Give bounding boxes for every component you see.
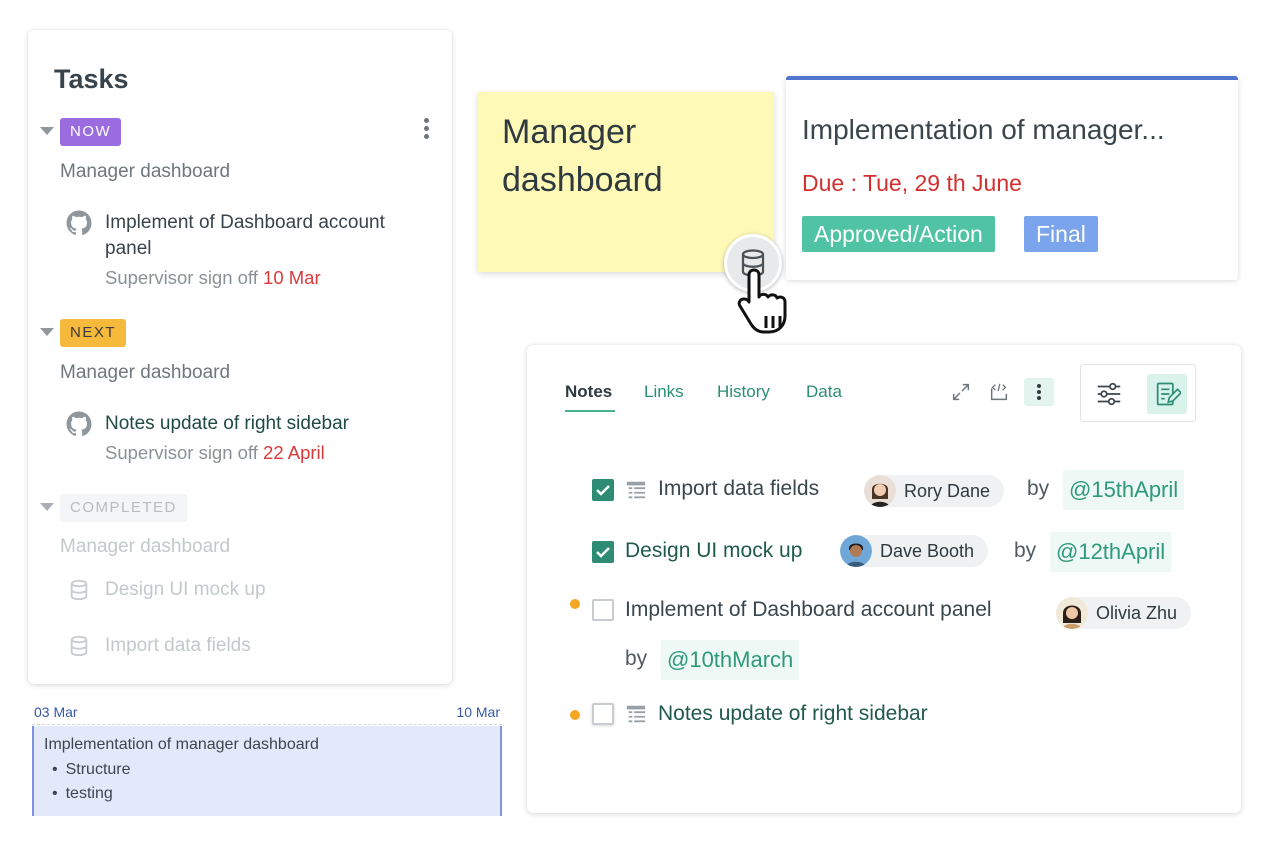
- tab-data[interactable]: Data: [806, 382, 842, 402]
- sticky-note-text: Manager dashboard: [502, 113, 663, 199]
- checkbox-unchecked[interactable]: [592, 703, 614, 725]
- gantt-bullet: testing: [44, 782, 490, 806]
- group-title: Manager dashboard: [60, 536, 231, 557]
- due-date-tag[interactable]: @12thApril: [1050, 532, 1172, 572]
- gantt-divider: [32, 724, 502, 725]
- gantt-bullet: Structure: [44, 758, 490, 782]
- edit-notes-button[interactable]: [1147, 374, 1187, 414]
- user-name: Rory Dane: [904, 481, 991, 501]
- status-badge-completed: COMPLETED: [60, 494, 187, 522]
- user-chip[interactable]: Rory Dane: [864, 475, 1005, 507]
- user-chip[interactable]: Dave Booth: [840, 535, 989, 567]
- table-list-icon: [626, 705, 646, 723]
- checkbox-unchecked[interactable]: [592, 599, 614, 621]
- task-card[interactable]: Implementation of manager... Due : Tue, …: [786, 76, 1238, 280]
- tab-history[interactable]: History: [717, 382, 770, 402]
- collapse-caret-now[interactable]: [40, 127, 54, 135]
- tasks-panel: Tasks NOW Manager dashboard Implement of…: [28, 30, 452, 684]
- status-badge-next: NEXT: [60, 319, 127, 347]
- due-date-tag[interactable]: @10thMarch: [661, 640, 800, 680]
- notes-panel: Notes Links History Data Import data fie…: [527, 345, 1241, 813]
- unread-dot: [570, 710, 580, 720]
- tab-active-indicator: [565, 410, 615, 412]
- task-due-date: 22 April: [263, 442, 325, 463]
- group-title: Manager dashboard: [60, 161, 231, 182]
- embed-code-icon[interactable]: [988, 381, 1010, 403]
- tasks-title: Tasks: [54, 64, 129, 94]
- avatar: [1056, 597, 1088, 629]
- by-label: by: [1027, 477, 1050, 500]
- task-sub-label: Supervisor sign off: [105, 442, 258, 463]
- task-subtitle: Supervisor sign off 22 April: [105, 442, 325, 464]
- due-date-tag[interactable]: @15thApril: [1063, 470, 1185, 510]
- status-chip-final[interactable]: Final: [1024, 216, 1098, 252]
- gantt-bar[interactable]: Implementation of manager dashboard Stru…: [32, 726, 502, 816]
- database-icon: [70, 635, 88, 657]
- checkbox-checked[interactable]: [592, 479, 614, 501]
- github-icon: [66, 411, 92, 437]
- task-title[interactable]: Implement of Dashboard account panel: [105, 210, 425, 262]
- by-label: by: [1014, 539, 1037, 562]
- view-mode-toggle: [1080, 364, 1196, 422]
- by-label: by: [625, 647, 648, 670]
- gantt-start-date: 03 Mar: [34, 704, 78, 720]
- task-title[interactable]: Import data fields: [105, 633, 425, 659]
- user-name: Olivia Zhu: [1096, 603, 1178, 623]
- tab-links[interactable]: Links: [644, 382, 684, 402]
- gantt-bullet-list: Structure testing: [44, 758, 490, 806]
- database-icon: [70, 579, 88, 601]
- github-icon: [66, 210, 92, 236]
- user-chip[interactable]: Olivia Zhu: [1056, 597, 1192, 629]
- table-list-icon: [626, 481, 646, 499]
- user-name: Dave Booth: [880, 541, 975, 561]
- collapse-caret-completed[interactable]: [40, 503, 54, 511]
- avatar: [864, 475, 896, 507]
- unread-dot: [570, 599, 580, 609]
- gantt-end-date: 10 Mar: [456, 704, 500, 720]
- task-sub-label: Supervisor sign off: [105, 267, 258, 288]
- task-subtitle: Supervisor sign off 10 Mar: [105, 267, 321, 289]
- gantt-bar-block: 03 Mar 10 Mar Implementation of manager …: [32, 702, 502, 816]
- sliders-icon: [1097, 382, 1121, 406]
- note-item-text[interactable]: Notes update of right sidebar: [658, 702, 928, 726]
- checkbox-checked[interactable]: [592, 541, 614, 563]
- more-options-icon[interactable]: [422, 118, 430, 142]
- note-item-text[interactable]: Design UI mock up: [625, 539, 802, 563]
- edit-note-icon: [1156, 382, 1181, 406]
- more-options-button[interactable]: [1024, 378, 1054, 406]
- tab-notes[interactable]: Notes: [565, 382, 612, 402]
- task-title[interactable]: Design UI mock up: [105, 577, 425, 603]
- expand-icon[interactable]: [950, 381, 972, 403]
- note-item-text[interactable]: Implement of Dashboard account panel: [625, 598, 992, 622]
- collapse-caret-next[interactable]: [40, 328, 54, 336]
- checkmark-icon: [596, 547, 610, 558]
- gantt-bar-title: Implementation of manager dashboard: [44, 736, 319, 753]
- avatar: [840, 535, 872, 567]
- card-title: Implementation of manager...: [802, 114, 1165, 145]
- group-title: Manager dashboard: [60, 362, 231, 383]
- status-chip-approved[interactable]: Approved/Action: [802, 216, 995, 252]
- status-badge-now: NOW: [60, 118, 122, 146]
- task-due-date: 10 Mar: [263, 267, 321, 288]
- card-due-date: Due : Tue, 29 th June: [802, 170, 1022, 196]
- task-title[interactable]: Notes update of right sidebar: [105, 411, 425, 437]
- checkmark-icon: [596, 485, 610, 496]
- note-item-text[interactable]: Import data fields: [658, 477, 819, 501]
- filter-settings-button[interactable]: [1089, 374, 1129, 414]
